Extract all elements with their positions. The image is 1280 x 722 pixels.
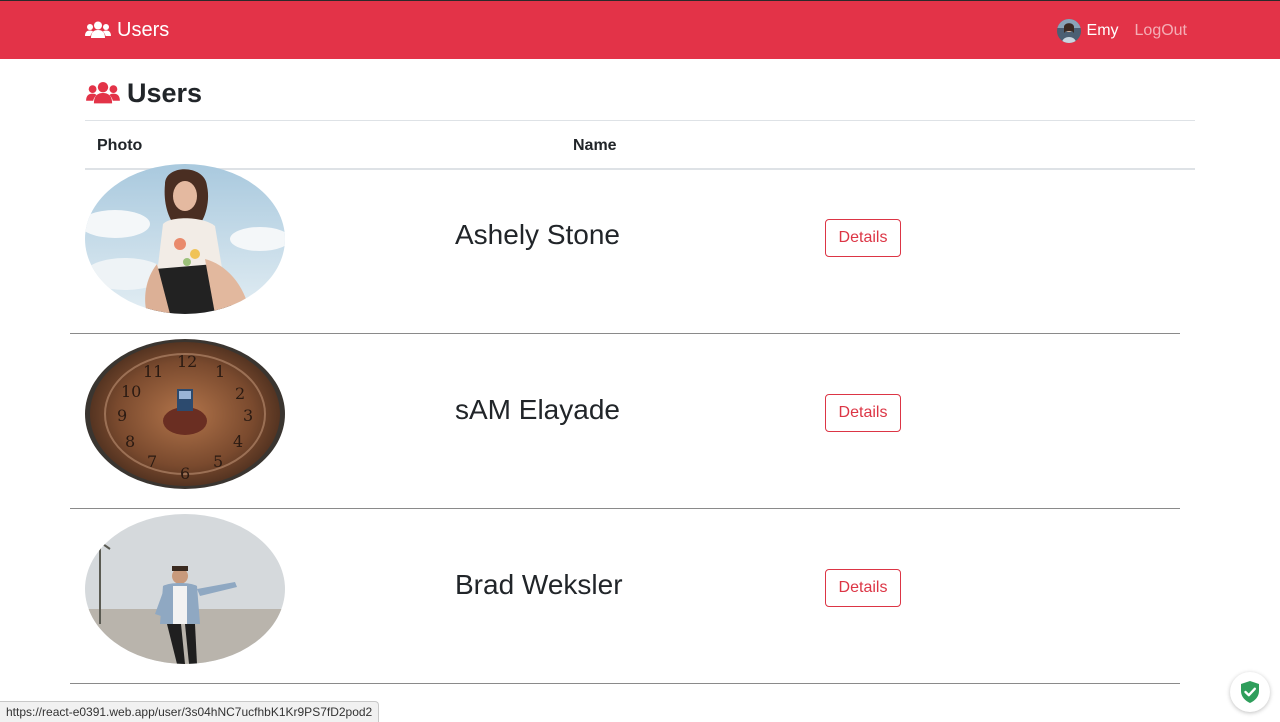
user-photo: [85, 164, 285, 314]
svg-text:2: 2: [235, 384, 245, 403]
navbar: Users Emy LogOut: [0, 1, 1280, 59]
page-title: Users: [85, 76, 202, 110]
table-row: Brad Weksler Details: [70, 509, 1180, 684]
svg-text:11: 11: [143, 362, 163, 381]
status-bar-url: https://react-e0391.web.app/user/3s04hNC…: [0, 701, 380, 722]
svg-text:7: 7: [147, 452, 157, 471]
svg-text:5: 5: [213, 452, 223, 471]
column-header-photo: Photo: [97, 137, 143, 154]
user-name: sAM Elayade: [455, 394, 620, 425]
user-name: Brad Weksler: [455, 569, 623, 600]
navbar-brand[interactable]: Users: [85, 18, 169, 42]
navbar-brand-label: Users: [117, 18, 170, 41]
users-icon: [85, 21, 111, 38]
details-button[interactable]: Details: [825, 219, 901, 257]
svg-text:12: 12: [177, 352, 197, 371]
shield-check-icon: [1241, 681, 1259, 703]
svg-text:6: 6: [180, 464, 190, 483]
svg-text:1: 1: [215, 362, 225, 381]
user-photo: [85, 514, 285, 664]
users-icon: [86, 81, 120, 104]
table-row: 12 1 2 3 4 5 6 7 8 9 10 11 sAM Elayade D…: [70, 334, 1180, 509]
avatar: [1056, 19, 1081, 43]
navbar-user-name: Emy: [1086, 22, 1119, 39]
table-row: Ashely Stone Details: [70, 159, 1180, 334]
user-name: Ashely Stone: [455, 219, 620, 250]
details-button[interactable]: Details: [825, 394, 901, 432]
svg-text:4: 4: [233, 432, 243, 451]
user-photo: 12 1 2 3 4 5 6 7 8 9 10 11: [85, 339, 285, 489]
details-button[interactable]: Details: [825, 569, 901, 607]
svg-text:10: 10: [121, 382, 141, 401]
svg-text:8: 8: [125, 432, 135, 451]
svg-text:3: 3: [243, 406, 253, 425]
column-header-name: Name: [573, 137, 617, 154]
page-title-label: Users: [127, 77, 203, 108]
security-badge[interactable]: [1230, 672, 1270, 712]
logout-link[interactable]: LogOut: [1135, 22, 1187, 40]
svg-text:9: 9: [117, 406, 127, 425]
navbar-user[interactable]: Emy: [1056, 19, 1119, 43]
navbar-user-area: Emy LogOut: [1056, 17, 1187, 45]
